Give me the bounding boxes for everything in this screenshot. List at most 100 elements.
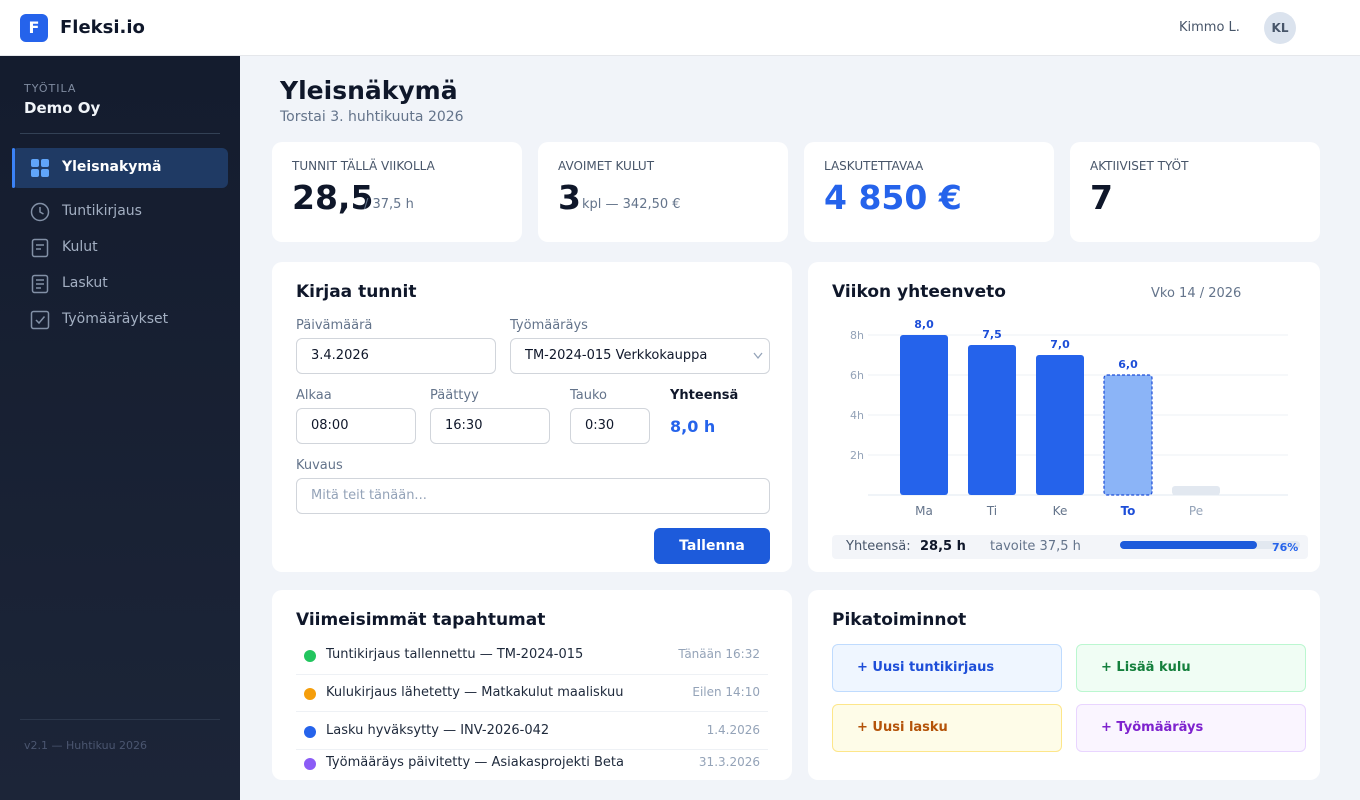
sidebar-item-label: Tuntikirjaus <box>62 203 142 219</box>
x-tick-label: To <box>1121 504 1136 518</box>
stat-card-hours[interactable]: TUNNIT TÄLLÄ VIIKOLLA 28,5 / 37,5 h <box>272 142 522 242</box>
document-icon <box>31 238 49 258</box>
bar-pe-empty <box>1172 486 1220 495</box>
end-label: Päättyy <box>430 388 479 403</box>
event-time: 31.3.2026 <box>698 755 760 769</box>
date-field[interactable]: 3.4.2026 <box>296 338 496 374</box>
recent-events-card: Viimeisimmät tapahtumat Tuntikirjaus tal… <box>272 590 792 780</box>
x-tick-label: Ma <box>915 504 933 518</box>
stat-suffix: / 37,5 h <box>364 197 414 212</box>
summary-total-label: Yhteensä: <box>846 539 911 554</box>
sidebar-item-label: Yleisnakymä <box>62 159 162 175</box>
sidebar-item-label: Laskut <box>62 275 108 291</box>
avatar[interactable]: KL <box>1264 12 1296 44</box>
stat-value: 4 850 € <box>824 178 962 217</box>
list-item[interactable]: Kulukirjaus lähetetty — Matkakulut maali… <box>296 675 768 711</box>
summary-footer: Yhteensä: 28,5 h tavoite 37,5 h 76% <box>832 535 1308 559</box>
week-label: Vko 14 / 2026 <box>1151 286 1242 301</box>
work-order-label: Työmääräys <box>510 318 588 333</box>
stat-card-expenses[interactable]: AVOIMET KULUT 3 kpl — 342,50 € <box>538 142 788 242</box>
event-text: Tuntikirjaus tallennettu — TM-2024-015 <box>326 647 584 662</box>
stat-label: TUNNIT TÄLLÄ VIIKOLLA <box>292 159 435 173</box>
y-tick-label: 2h <box>850 449 864 462</box>
work-order-select[interactable]: TM-2024-015 Verkkokauppa <box>510 338 770 374</box>
y-tick-label: 8h <box>850 329 864 342</box>
status-dot <box>304 688 316 700</box>
app-name[interactable]: Fleksi.io <box>60 17 145 38</box>
sidebar-divider <box>20 719 220 720</box>
list-item[interactable]: Työmääräys päivitetty — Asiakasprojekti … <box>296 745 768 780</box>
weekly-summary-card: Viikon yhteenveto Vko 14 / 2026 2h 4h 6h 8h… <box>808 262 1320 572</box>
y-tick-label: 6h <box>850 369 864 382</box>
bar-ma <box>900 335 948 495</box>
event-time: Eilen 14:10 <box>692 685 760 699</box>
card-title: Pikatoiminnot <box>832 610 967 630</box>
event-time: Tänään 16:32 <box>678 647 760 661</box>
sidebar-item-overview[interactable]: Yleisnakymä <box>12 148 228 188</box>
x-tick-label: Pe <box>1189 504 1203 518</box>
sidebar-item-label: Työmääräykset <box>62 311 169 327</box>
sidebar-item-invoices[interactable]: Laskut <box>12 264 228 304</box>
save-button[interactable]: Tallenna <box>654 528 770 564</box>
event-time: 1.4.2026 <box>706 723 760 737</box>
add-expense-button[interactable]: + Lisää kulu <box>1076 644 1306 692</box>
workspace-name[interactable]: Demo Oy <box>24 99 100 117</box>
list-item[interactable]: Lasku hyväksytty — INV-2026-042 1.4.2026 <box>296 713 768 749</box>
card-title: Viimeisimmät tapahtumat <box>296 610 546 630</box>
bar-ti <box>968 345 1016 495</box>
summary-target: tavoite 37,5 h <box>990 539 1081 554</box>
stat-value: 3 <box>558 178 581 217</box>
new-invoice-button[interactable]: + Uusi lasku <box>832 704 1062 752</box>
new-work-order-button[interactable]: + Työmääräys <box>1076 704 1306 752</box>
event-text: Kulukirjaus lähetetty — Matkakulut maali… <box>326 685 624 700</box>
user-name[interactable]: Kimmo L. <box>1179 20 1240 35</box>
total-label: Yhteensä <box>670 388 739 403</box>
card-title: Viikon yhteenveto <box>832 282 1006 302</box>
card-title: Kirjaa tunnit <box>296 282 417 302</box>
new-time-entry-button[interactable]: + Uusi tuntikirjaus <box>832 644 1062 692</box>
start-label: Alkaa <box>296 388 332 403</box>
list-item[interactable]: Tuntikirjaus tallennettu — TM-2024-015 T… <box>296 637 768 673</box>
stat-label: LASKUTETTAVAA <box>824 159 924 173</box>
stat-label: AVOIMET KULUT <box>558 159 655 173</box>
data-label: 7,5 <box>982 328 1002 341</box>
list-divider <box>296 711 768 712</box>
bar-ke <box>1036 355 1084 495</box>
stat-suffix: kpl — 342,50 € <box>582 197 681 212</box>
date-label: Päivämäärä <box>296 318 373 333</box>
sidebar-item-time-tracking[interactable]: Tuntikirjaus <box>12 192 228 232</box>
stat-card-billable[interactable]: LASKUTETTAVAA 4 850 € <box>804 142 1054 242</box>
work-order-value: TM-2024-015 Verkkokauppa <box>525 348 708 363</box>
checkbox-icon <box>30 310 50 330</box>
bar-to <box>1103 374 1153 496</box>
summary-total-value: 28,5 h <box>920 539 966 554</box>
data-label: 6,0 <box>1118 358 1138 371</box>
progress-percent: 76% <box>1272 541 1299 554</box>
sidebar-item-expenses[interactable]: Kulut <box>12 228 228 268</box>
data-label: 7,0 <box>1050 338 1070 351</box>
event-text: Työmääräys päivitetty — Asiakasprojekti … <box>326 755 624 770</box>
workspace-label: TYÖTILA <box>24 82 77 95</box>
data-label: 8,0 <box>914 318 934 331</box>
app-logo-icon[interactable]: F <box>20 14 48 42</box>
stat-label: AKTIIVISET TYÖT <box>1090 159 1189 173</box>
top-bar: F Fleksi.io Kimmo L. KL <box>0 0 1360 56</box>
total-value: 8,0 h <box>670 417 716 436</box>
status-dot <box>304 758 316 770</box>
status-dot <box>304 726 316 738</box>
chevron-down-icon <box>753 352 763 360</box>
start-time-field[interactable]: 08:00 <box>296 408 416 444</box>
break-field[interactable]: 0:30 <box>570 408 650 444</box>
sidebar: TYÖTILA Demo Oy Yleisnakymä Tuntikirjaus… <box>0 56 240 800</box>
x-tick-label: Ke <box>1053 504 1068 518</box>
description-label: Kuvaus <box>296 458 343 473</box>
end-time-field[interactable]: 16:30 <box>430 408 550 444</box>
stat-value: 7 <box>1090 178 1113 217</box>
stat-value: 28,5 <box>292 178 374 217</box>
quick-actions-card: Pikatoiminnot + Uusi tuntikirjaus + Lisä… <box>808 590 1320 780</box>
description-field[interactable]: Mitä teit tänään... <box>296 478 770 514</box>
stat-card-active-jobs[interactable]: AKTIIVISET TYÖT 7 <box>1070 142 1320 242</box>
version-label: v2.1 — Huhtikuu 2026 <box>24 739 148 752</box>
sidebar-item-work-orders[interactable]: Työmääräykset <box>12 300 228 340</box>
x-tick-label: Ti <box>986 504 997 518</box>
